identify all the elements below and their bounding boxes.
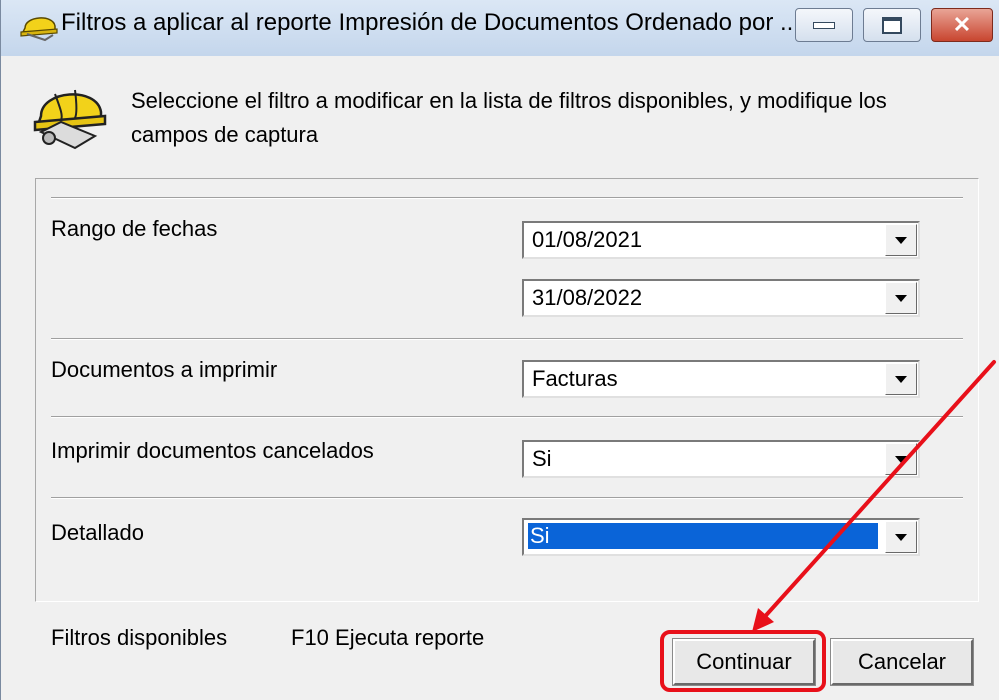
detailed-combo[interactable]: Si [522, 518, 920, 556]
dropdown-arrow-icon[interactable] [885, 224, 917, 256]
dropdown-arrow-icon[interactable] [885, 282, 917, 314]
dropdown-arrow-icon[interactable] [885, 443, 917, 475]
cancelled-combo[interactable]: Si [522, 440, 920, 478]
minimize-icon [813, 21, 835, 29]
cancelled-value: Si [532, 446, 552, 471]
documents-combo[interactable]: Facturas [522, 360, 920, 398]
start-date-combo[interactable]: 01/08/2021 [522, 221, 920, 259]
documents-label: Documentos a imprimir [51, 357, 278, 382]
detailed-value: Si [527, 522, 879, 550]
cancel-button[interactable]: Cancelar [830, 638, 974, 686]
f10-hint: F10 Ejecuta reporte [291, 625, 485, 650]
start-date-value: 01/08/2021 [532, 227, 643, 252]
separator [51, 497, 963, 499]
minimize-button[interactable] [795, 8, 853, 42]
separator [51, 416, 963, 418]
cancelled-label: Imprimir documentos cancelados [51, 438, 374, 463]
separator [51, 197, 963, 199]
report-filter-dialog: Filtros a aplicar al reporte Impresión d… [0, 0, 999, 700]
available-filters-label: Filtros disponibles [51, 625, 228, 650]
helmet-blueprint-icon [33, 89, 107, 150]
helmet-icon [20, 17, 58, 42]
documents-value: Facturas [532, 366, 618, 391]
title-bar[interactable]: Filtros a aplicar al reporte Impresión d… [1, 0, 999, 56]
close-icon: ✕ [952, 12, 972, 37]
maximize-button[interactable] [863, 8, 921, 42]
maximize-icon [882, 16, 902, 34]
date-range-label: Rango de fechas [51, 216, 218, 241]
separator [51, 338, 963, 340]
dropdown-arrow-icon[interactable] [885, 363, 917, 395]
dropdown-arrow-icon[interactable] [885, 521, 917, 553]
instruction-text: Seleccione el filtro a modificar en la l… [131, 88, 887, 147]
annotation-highlight-box [660, 630, 826, 692]
end-date-combo[interactable]: 31/08/2022 [522, 279, 920, 317]
detailed-label: Detallado [51, 520, 144, 545]
close-button[interactable]: ✕ [931, 8, 993, 42]
end-date-value: 31/08/2022 [532, 285, 643, 310]
window-title: Filtros a aplicar al reporte Impresión d… [61, 9, 801, 36]
